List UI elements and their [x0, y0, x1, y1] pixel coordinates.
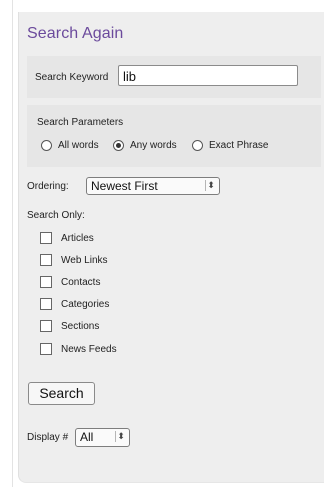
checkbox-web-links[interactable]: Web Links: [40, 254, 108, 266]
checkbox-contacts-label: Contacts: [61, 276, 101, 288]
search-keyword-input[interactable]: lib: [118, 65, 298, 86]
checkbox-categories[interactable]: Categories: [40, 298, 109, 310]
search-keyword-label: Search Keyword: [35, 72, 109, 83]
select-chevron-icon: ⬍: [115, 431, 126, 442]
checkbox-sections-label: Sections: [61, 320, 100, 332]
ordering-select[interactable]: Newest First ⬍: [86, 177, 220, 195]
checkbox-contacts[interactable]: Contacts: [40, 276, 100, 288]
checkbox-contacts-control[interactable]: [40, 276, 52, 288]
checkbox-categories-control[interactable]: [40, 298, 52, 310]
display-selected-value: All: [80, 430, 94, 444]
checkbox-sections[interactable]: Sections: [40, 320, 99, 332]
radio-any-words[interactable]: Any words: [113, 140, 177, 151]
ordering-label: Ordering:: [27, 181, 69, 192]
checkbox-news-feeds-label: News Feeds: [61, 343, 117, 355]
radio-all-words[interactable]: All words: [41, 140, 99, 151]
checkbox-sections-control[interactable]: [40, 320, 52, 332]
checkbox-articles[interactable]: Articles: [40, 232, 94, 244]
search-only-label: Search Only:: [27, 210, 85, 221]
search-button[interactable]: Search: [28, 382, 95, 405]
radio-exact-phrase-control[interactable]: [192, 140, 203, 151]
radio-all-words-control[interactable]: [41, 140, 52, 151]
display-label: Display #: [27, 432, 69, 443]
radio-exact-phrase-label: Exact Phrase: [209, 140, 269, 151]
ordering-selected-value: Newest First: [91, 179, 158, 193]
page-edge: [12, 0, 13, 487]
display-select[interactable]: All ⬍: [75, 428, 130, 447]
checkbox-web-links-label: Web Links: [61, 254, 108, 266]
radio-any-words-control[interactable]: [113, 140, 124, 151]
checkbox-categories-label: Categories: [61, 298, 110, 310]
checkbox-web-links-control[interactable]: [40, 254, 52, 266]
checkbox-articles-label: Articles: [61, 232, 94, 244]
checkbox-news-feeds[interactable]: News Feeds: [40, 343, 117, 355]
page-title: Search Again: [27, 25, 124, 42]
search-parameters-label: Search Parameters: [37, 117, 124, 128]
checkbox-news-feeds-control[interactable]: [40, 343, 52, 355]
radio-any-words-label: Any words: [130, 140, 177, 151]
select-chevron-icon: ⬍: [205, 180, 216, 191]
checkbox-articles-control[interactable]: [40, 232, 52, 244]
radio-all-words-label: All words: [58, 140, 99, 151]
radio-exact-phrase[interactable]: Exact Phrase: [192, 140, 268, 151]
search-parameters-group: [27, 105, 321, 167]
